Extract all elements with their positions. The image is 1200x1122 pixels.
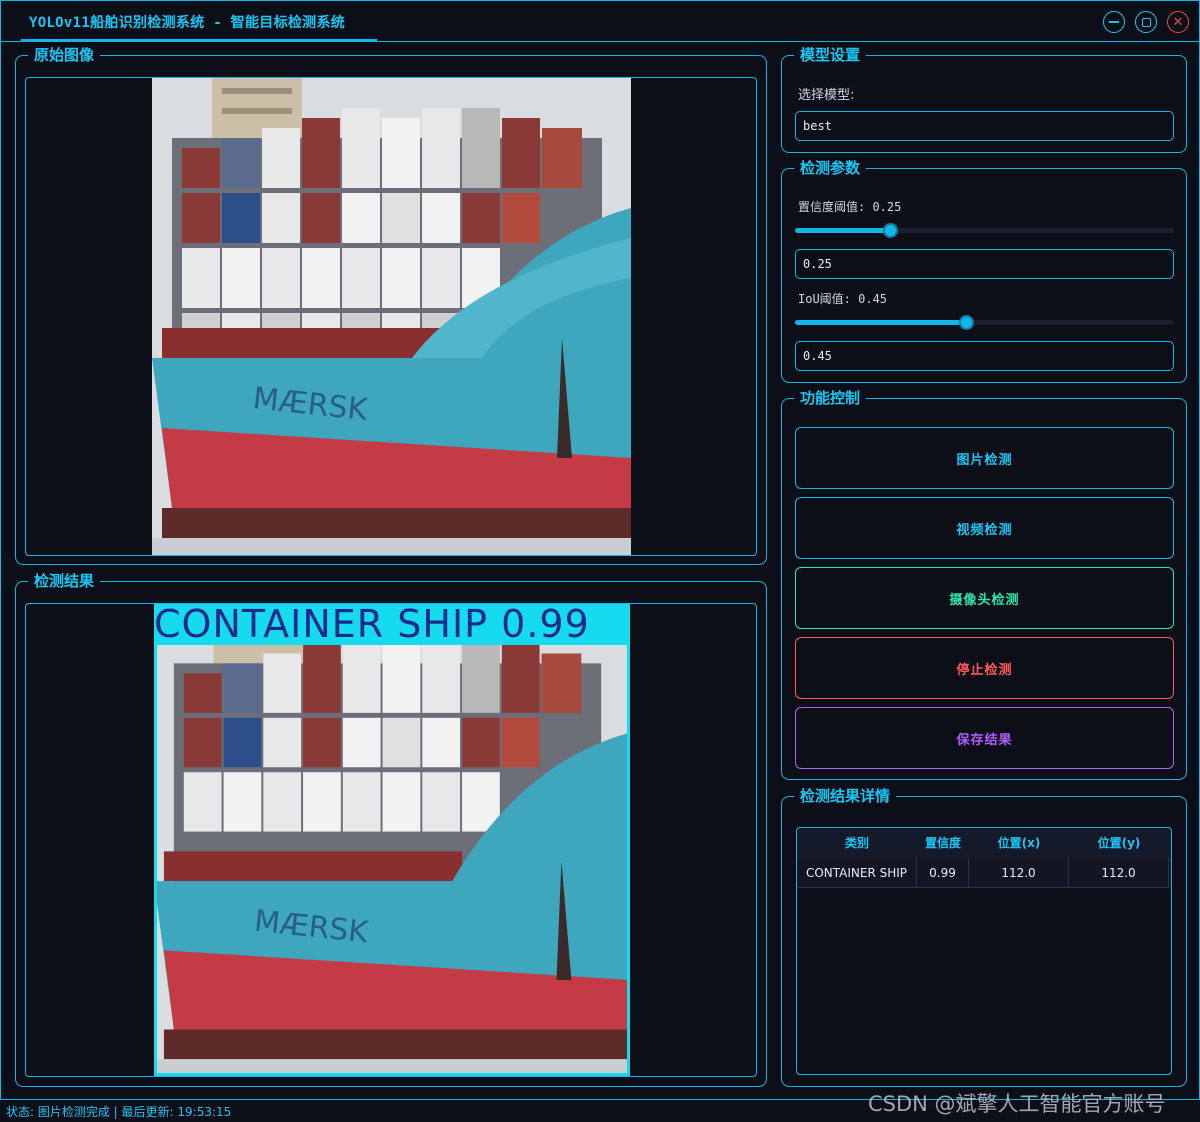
results-table: 类别 置信度 位置(x) 位置(y) CONTAINER SHIP 0.99 1… [796, 827, 1172, 1075]
confidence-input[interactable]: 0.25 [795, 249, 1174, 279]
close-icon: ✕ [1172, 14, 1184, 30]
detection-params-title: 检测参数 [794, 159, 867, 177]
camera-detect-button[interactable]: 摄像头检测 [795, 567, 1174, 629]
results-detail-title: 检测结果详情 [794, 787, 897, 805]
confidence-slider[interactable] [795, 223, 1174, 238]
main-window: YOLOv11船舶识别检测系统 - 智能目标检测系统 ✕ 原始图像 MÆRSK … [0, 0, 1200, 1100]
model-select[interactable]: best [795, 111, 1174, 141]
table-header-row: 类别 置信度 位置(x) 位置(y) [797, 828, 1171, 858]
maximize-icon [1141, 17, 1151, 27]
minimize-icon [1109, 21, 1119, 23]
cell-confidence[interactable]: 0.99 [917, 858, 969, 888]
table-row[interactable]: CONTAINER SHIP 0.99 112.0 112.0 [797, 858, 1171, 888]
confidence-slider-handle[interactable] [882, 223, 898, 238]
video-detect-button[interactable]: 视频检测 [795, 497, 1174, 559]
column-header-confidence[interactable]: 置信度 [917, 828, 969, 858]
cell-position-y[interactable]: 112.0 [1069, 858, 1169, 888]
stop-detect-button[interactable]: 停止检测 [795, 637, 1174, 699]
title-bar: YOLOv11船舶识别检测系统 - 智能目标检测系统 ✕ [1, 1, 1199, 42]
window-title: YOLOv11船舶识别检测系统 - 智能目标检测系统 [29, 15, 346, 31]
detection-result-panel: 检测结果 MÆRSK CONTAINER SHIP 0.99 [15, 572, 767, 1087]
result-ship-image: MÆRSK CONTAINER SHIP 0.99 [154, 604, 630, 1076]
iou-threshold-label: IoU阈值: 0.45 [798, 292, 888, 306]
original-image-frame: MÆRSK [25, 77, 757, 556]
function-controls-title: 功能控制 [794, 389, 867, 407]
cell-class[interactable]: CONTAINER SHIP [797, 858, 917, 888]
image-detect-button[interactable]: 图片检测 [795, 427, 1174, 489]
detection-label: CONTAINER SHIP 0.99 [154, 604, 630, 644]
confidence-slider-fill [795, 228, 890, 233]
watermark: CSDN @斌擎人工智能官方账号 [868, 1092, 1166, 1116]
column-header-class[interactable]: 类别 [797, 828, 917, 858]
model-settings-title: 模型设置 [794, 46, 867, 64]
original-image-title: 原始图像 [28, 46, 101, 64]
maximize-button[interactable] [1135, 11, 1157, 33]
save-results-button[interactable]: 保存结果 [795, 707, 1174, 769]
close-button[interactable]: ✕ [1167, 11, 1189, 33]
results-detail-panel: 检测结果详情 类别 置信度 位置(x) 位置(y) CONTAINER SHIP… [781, 787, 1187, 1087]
minimize-button[interactable] [1103, 11, 1125, 33]
original-image-panel: 原始图像 MÆRSK [15, 46, 767, 565]
select-model-label: 选择模型: [798, 88, 855, 103]
column-header-position-y[interactable]: 位置(y) [1069, 828, 1169, 858]
original-ship-image: MÆRSK [152, 78, 631, 555]
detection-bounding-box [154, 642, 630, 1076]
confidence-threshold-label: 置信度阈值: 0.25 [798, 200, 902, 214]
iou-slider-fill [795, 320, 966, 325]
iou-slider[interactable] [795, 315, 1174, 330]
title-underline [21, 39, 377, 41]
model-settings-panel: 模型设置 选择模型: best [781, 46, 1187, 153]
function-controls-panel: 功能控制 图片检测 视频检测 摄像头检测 停止检测 保存结果 [781, 389, 1187, 780]
iou-input[interactable]: 0.45 [795, 341, 1174, 371]
column-header-position-x[interactable]: 位置(x) [969, 828, 1069, 858]
detection-params-panel: 检测参数 置信度阈值: 0.25 0.25 IoU阈值: 0.45 0.45 [781, 159, 1187, 383]
status-bar: 状态: 图片检测完成 | 最后更新: 19:53:15 [6, 1105, 232, 1119]
cell-position-x[interactable]: 112.0 [969, 858, 1069, 888]
iou-slider-handle[interactable] [958, 315, 974, 330]
result-image-frame: MÆRSK CONTAINER SHIP 0.99 [25, 603, 757, 1077]
ship-image-drawing: MÆRSK [152, 78, 631, 555]
detection-result-title: 检测结果 [28, 572, 101, 590]
